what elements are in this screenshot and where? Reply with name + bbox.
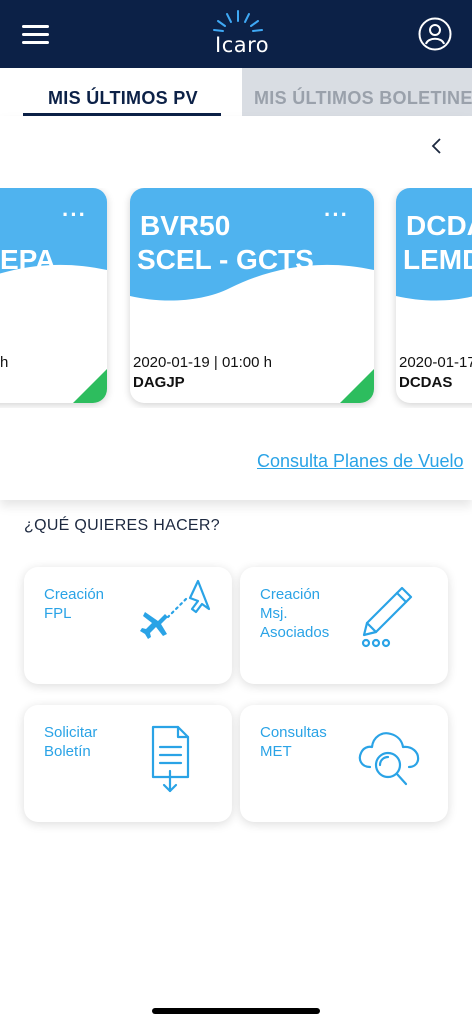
action-label: Creación FPL (44, 586, 105, 622)
card-route: EPA (0, 244, 56, 275)
solicitar-boletin-button[interactable]: Solicitar Boletín (24, 705, 232, 822)
flight-plan-card[interactable]: ··· EPA h (0, 188, 107, 403)
more-options-icon[interactable]: ··· (324, 202, 349, 228)
airplane-route-icon (140, 579, 211, 639)
flight-plan-carousel[interactable]: ··· EPA h ··· BVR50 SCEL - GCTS 2020-01-… (0, 188, 472, 408)
tab-label: MIS ÚLTIMOS BOLETINES (254, 88, 472, 108)
card-date: 2020-01-17 (399, 354, 472, 371)
consultas-met-button[interactable]: Consultas MET (240, 705, 448, 822)
creacion-fpl-button[interactable]: Creación FPL (24, 567, 232, 684)
hamburger-menu-icon[interactable] (22, 25, 49, 45)
tab-mis-ultimos-pv[interactable]: MIS ÚLTIMOS PV (0, 68, 242, 116)
home-indicator[interactable] (152, 1008, 320, 1014)
more-options-icon[interactable]: ··· (62, 202, 87, 228)
card-code: DCDAS (399, 374, 453, 391)
flight-plan-card[interactable]: ··· BVR50 SCEL - GCTS 2020-01-19 | 01:00… (130, 188, 374, 403)
card-flight-id: DCDA (406, 210, 472, 241)
tab-mis-ultimos-boletines[interactable]: MIS ÚLTIMOS BOLETINES (242, 68, 472, 116)
tab-bar: MIS ÚLTIMOS PV MIS ÚLTIMOS BOLETINES (0, 68, 472, 116)
action-label: Consultas MET (260, 724, 327, 760)
user-profile-icon[interactable] (418, 17, 452, 51)
flight-plan-card[interactable]: DCDA LEMD 2020-01-17 DCDAS (396, 188, 472, 403)
action-label: Solicitar Boletín (44, 724, 98, 760)
app-header: Icaro (0, 0, 472, 68)
card-code: DAGJP (133, 374, 185, 391)
card-route: SCEL - GCTS (137, 244, 314, 275)
card-date: 2020-01-19 | 01:00 h (133, 354, 273, 371)
status-corner-indicator (73, 369, 107, 403)
pencil-icon (361, 586, 413, 648)
card-flight-id: BVR50 (140, 210, 231, 241)
status-corner-indicator (340, 369, 374, 403)
card-date: h (0, 354, 9, 371)
tab-label: MIS ÚLTIMOS PV (48, 88, 198, 108)
action-label: Creación Msj. Asociados (260, 586, 330, 641)
document-download-icon (151, 725, 190, 793)
actions-heading: ¿QUÉ QUIERES HACER? (24, 517, 220, 534)
chevron-left-icon[interactable] (430, 137, 444, 155)
cloud-search-icon (358, 732, 420, 786)
card-route: LEMD (403, 244, 472, 275)
app-name: Icaro (215, 33, 270, 57)
creacion-msj-asociados-button[interactable]: Creación Msj. Asociados (240, 567, 448, 684)
consulta-planes-link[interactable]: Consulta Planes de Vuelo (257, 451, 463, 472)
flight-plans-panel: ··· EPA h ··· BVR50 SCEL - GCTS 2020-01-… (0, 116, 472, 500)
